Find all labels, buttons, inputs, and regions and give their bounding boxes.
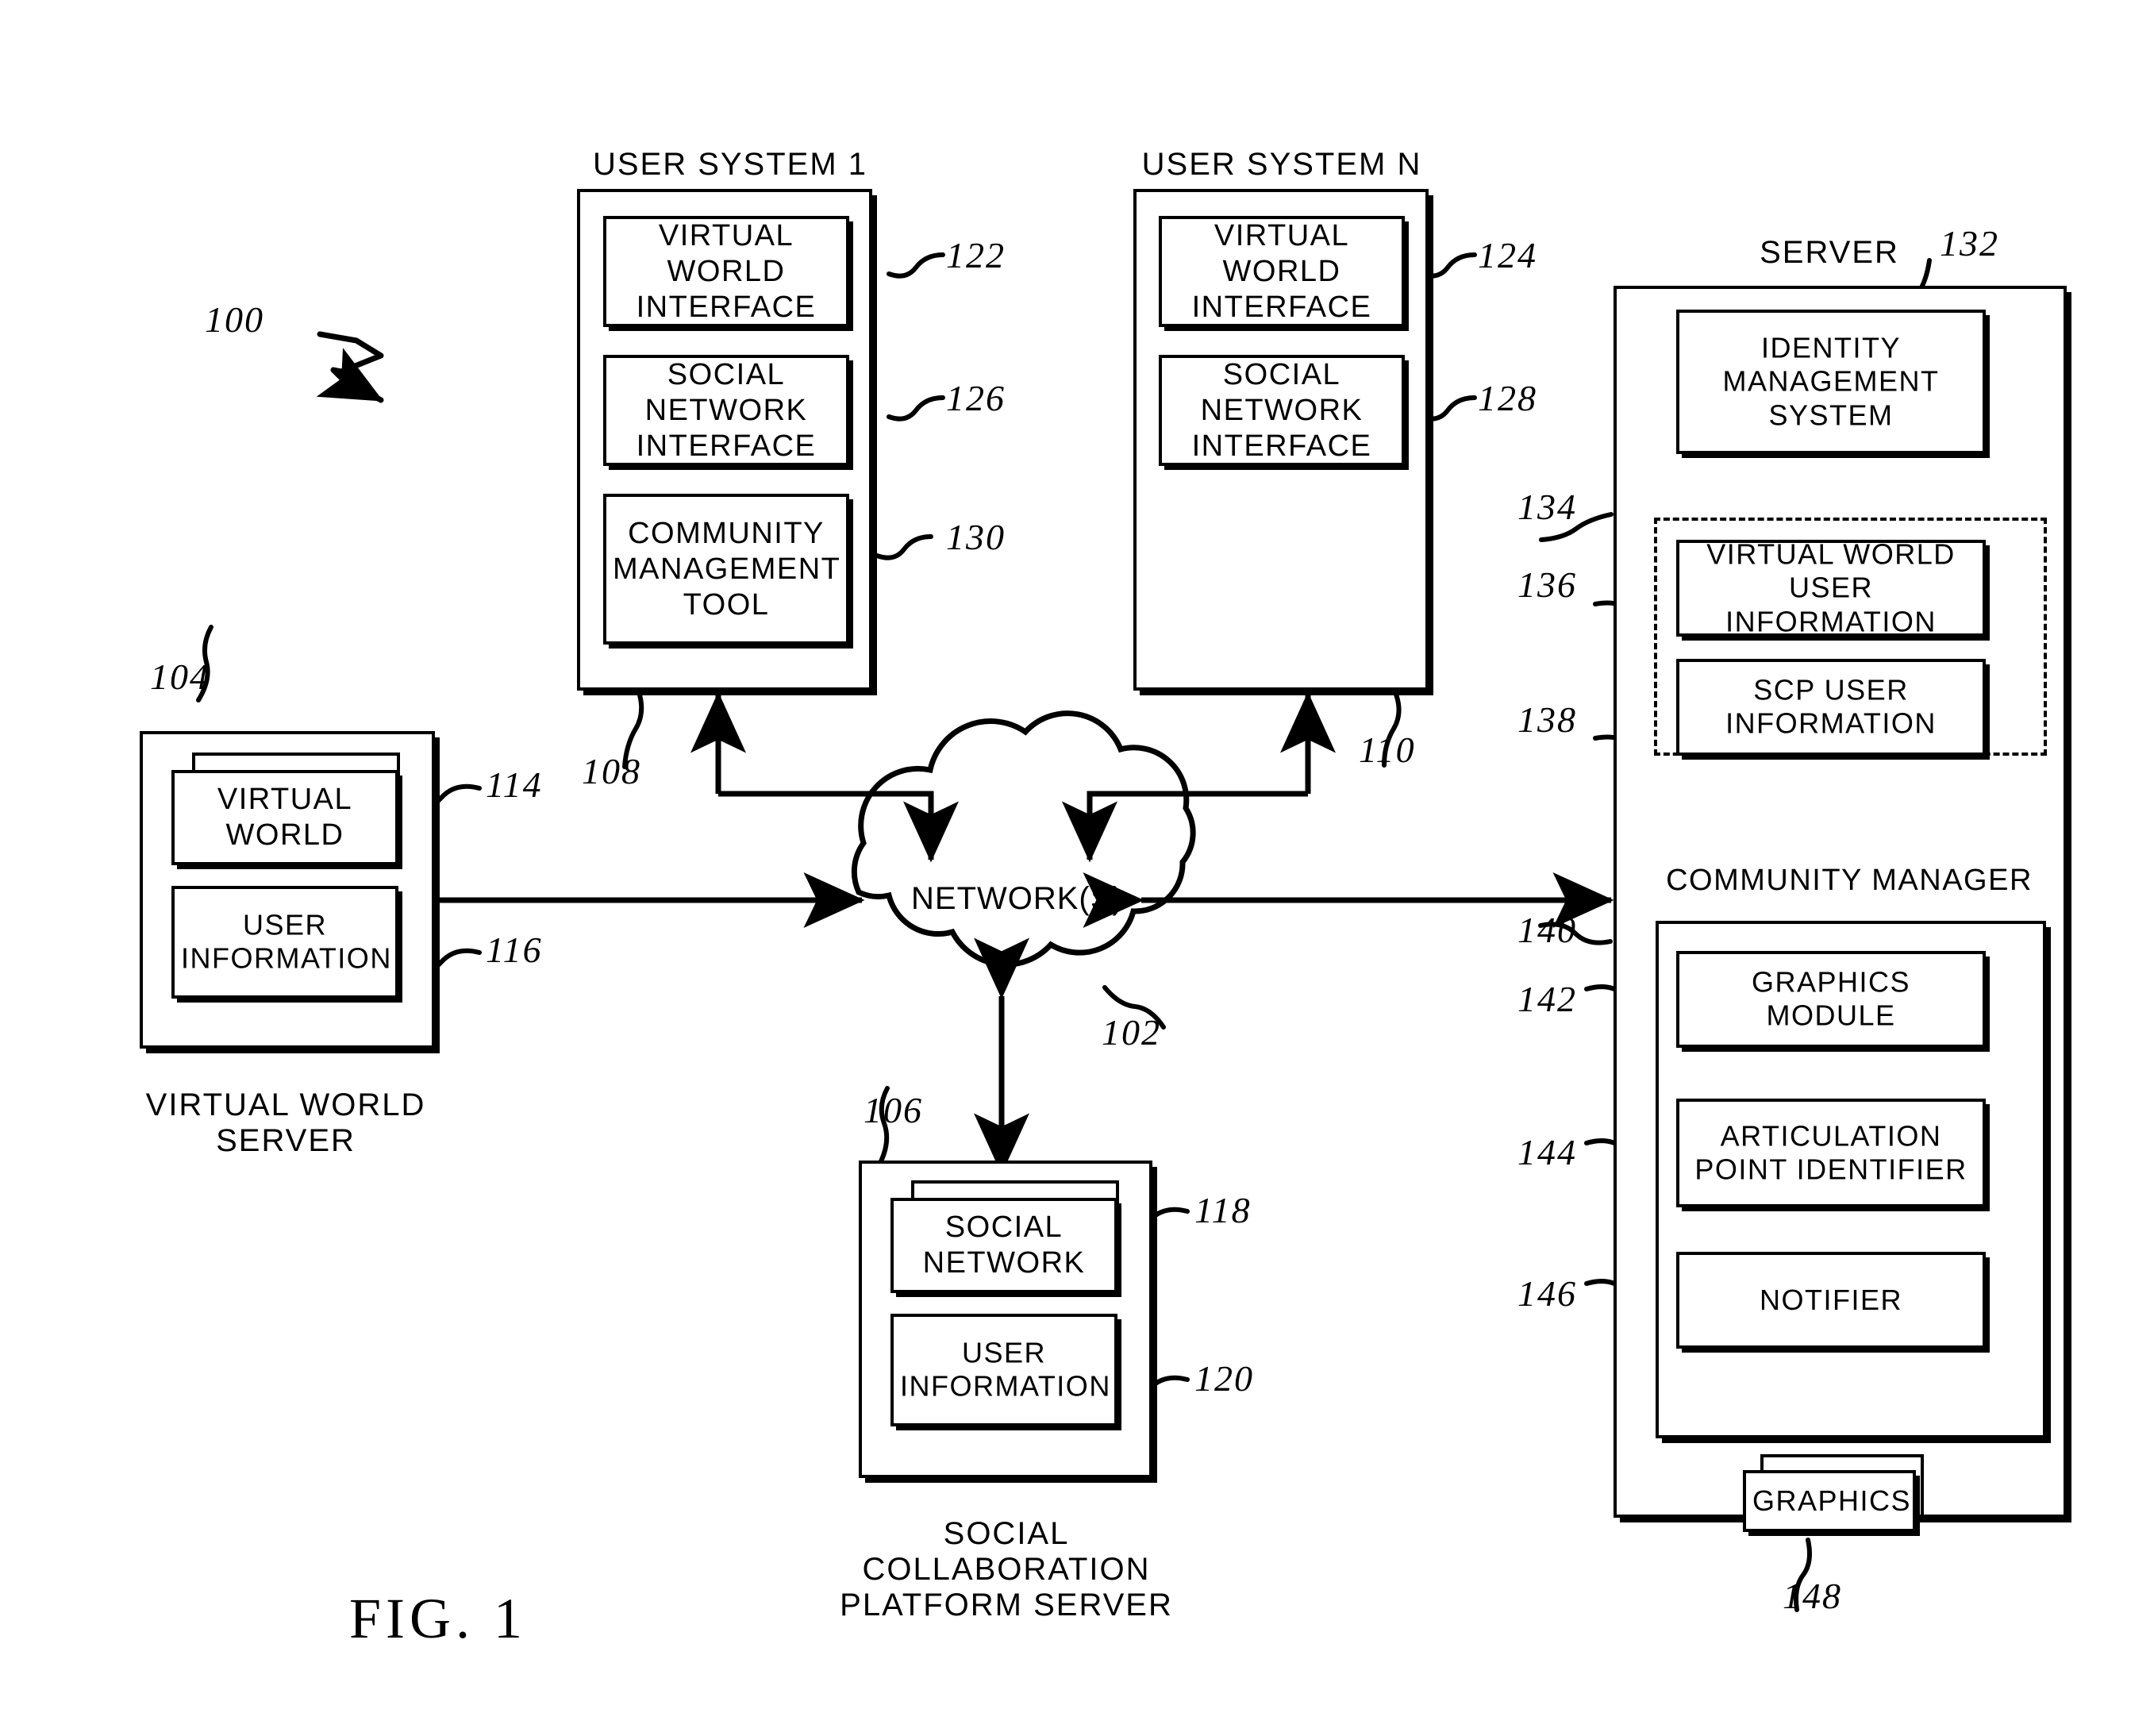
server-module-virtual-world-user-information[interactable]: VIRTUAL WORLD USER INFORMATION [1676, 537, 1986, 638]
user-system-n-module-virtual-world-interface[interactable]: VIRTUAL WORLD INTERFACE [1159, 216, 1405, 327]
link-user-system-n-to-network [1062, 691, 1336, 863]
network-label: NETWORK(S) [911, 881, 1124, 916]
identity-management-system-box[interactable]: IDENTITY MANAGEMENT SYSTEM [1676, 310, 1986, 454]
user-system-1-module-label: SOCIAL NETWORK INTERFACE [636, 357, 817, 463]
ref-106: 106 [864, 1090, 923, 1130]
ref-100: 100 [205, 299, 264, 340]
ref-128: 128 [1478, 378, 1537, 418]
user-system-1-module-community-management-tool[interactable]: COMMUNITY MANAGEMENT TOOL [603, 494, 849, 645]
community-manager-module-label: GRAPHICS MODULE [1751, 965, 1911, 1032]
ref-146: 146 [1517, 1273, 1577, 1314]
ref-142: 142 [1517, 979, 1577, 1019]
user-system-n-title: USER SYSTEM N [1141, 147, 1422, 182]
virtual-world-server-module-label: USER INFORMATION [181, 908, 392, 975]
user-system-1-module-virtual-world-interface[interactable]: VIRTUAL WORLD INTERFACE [603, 216, 849, 327]
server-module-label: SCP USER INFORMATION [1725, 673, 1937, 740]
user-system-1-module-label: COMMUNITY MANAGEMENT TOOL [613, 516, 841, 622]
community-manager-title: COMMUNITY MANAGER [1666, 864, 2033, 897]
user-system-1-module-social-network-interface[interactable]: SOCIAL NETWORK INTERFACE [603, 355, 849, 466]
ref-120: 120 [1194, 1358, 1254, 1399]
identity-management-system-label: IDENTITY MANAGEMENT SYSTEM [1722, 331, 1940, 432]
social-collaboration-server-caption: SOCIAL COLLABORATION PLATFORM SERVER [840, 1516, 1173, 1622]
ref-114: 114 [486, 764, 543, 805]
user-system-n-module-social-network-interface[interactable]: SOCIAL NETWORK INTERFACE [1159, 355, 1405, 466]
patent-figure-canvas: 100 USER SYSTEM 1 VIRTUAL WORLD INTERFAC… [0, 0, 2154, 1736]
user-system-n-module-label: VIRTUAL WORLD INTERFACE [1191, 218, 1372, 324]
server-graphics-stack[interactable]: GRAPHICS [1743, 1454, 1933, 1537]
ref-122: 122 [946, 235, 1006, 275]
ref-104: 104 [150, 656, 210, 697]
server-module-label: VIRTUAL WORLD USER INFORMATION [1706, 537, 1956, 638]
virtual-world-server-module-user-information[interactable]: USER INFORMATION [171, 886, 398, 999]
social-network-module-label: SOCIAL NETWORK [922, 1211, 1086, 1280]
server-graphics-label: GRAPHICS [1752, 1484, 1912, 1517]
ref-148: 148 [1783, 1576, 1842, 1616]
virtual-world-module-label: VIRTUAL WORLD [217, 783, 353, 852]
ref-138: 138 [1517, 699, 1577, 740]
ref-124: 124 [1478, 235, 1537, 275]
stack-layer-front: GRAPHICS [1743, 1470, 1916, 1532]
user-system-1-module-label: VIRTUAL WORLD INTERFACE [636, 218, 817, 324]
server-title: SERVER [1760, 235, 1899, 270]
social-collaboration-server-module-label: USER INFORMATION [900, 1336, 1111, 1403]
virtual-world-server-caption: VIRTUAL WORLD SERVER [145, 1087, 426, 1158]
server-module-scp-user-information[interactable]: SCP USER INFORMATION [1676, 659, 1986, 756]
community-manager-module-label: NOTIFIER [1760, 1283, 1902, 1316]
stack-layer-front: VIRTUAL WORLD [171, 770, 398, 865]
ref-116: 116 [486, 930, 543, 970]
social-network-module-stack[interactable]: SOCIAL NETWORK [890, 1180, 1119, 1293]
ref-108: 108 [582, 751, 641, 791]
user-system-n-module-label: SOCIAL NETWORK INTERFACE [1191, 357, 1372, 463]
ref-102: 102 [1102, 1012, 1161, 1053]
community-manager-module-label: ARTICULATION POINT IDENTIFIER [1694, 1119, 1967, 1186]
community-manager-module-notifier[interactable]: NOTIFIER [1676, 1252, 1986, 1349]
ref-126: 126 [946, 378, 1006, 418]
system-ref-pointer [316, 331, 384, 403]
ref-132: 132 [1940, 223, 1999, 264]
ref-110: 110 [1359, 729, 1416, 770]
stack-layer-front: SOCIAL NETWORK [890, 1198, 1117, 1293]
virtual-world-module-stack[interactable]: VIRTUAL WORLD [171, 753, 400, 865]
link-user-system-1-to-network [690, 691, 959, 863]
user-system-1-title: USER SYSTEM 1 [592, 147, 868, 182]
ref-118: 118 [1194, 1190, 1252, 1230]
ref-130: 130 [946, 517, 1006, 557]
community-manager-module-articulation-point-identifier[interactable]: ARTICULATION POINT IDENTIFIER [1676, 1099, 1986, 1207]
ref-136: 136 [1517, 564, 1577, 605]
ref-134: 134 [1517, 487, 1577, 527]
ref-140: 140 [1517, 910, 1577, 950]
network-cloud-shape [851, 710, 1196, 968]
social-collaboration-server-module-user-information[interactable]: USER INFORMATION [890, 1314, 1117, 1426]
figure-label: FIG. 1 [349, 1587, 528, 1650]
ref-144: 144 [1517, 1132, 1577, 1172]
community-manager-module-graphics-module[interactable]: GRAPHICS MODULE [1676, 951, 1986, 1048]
